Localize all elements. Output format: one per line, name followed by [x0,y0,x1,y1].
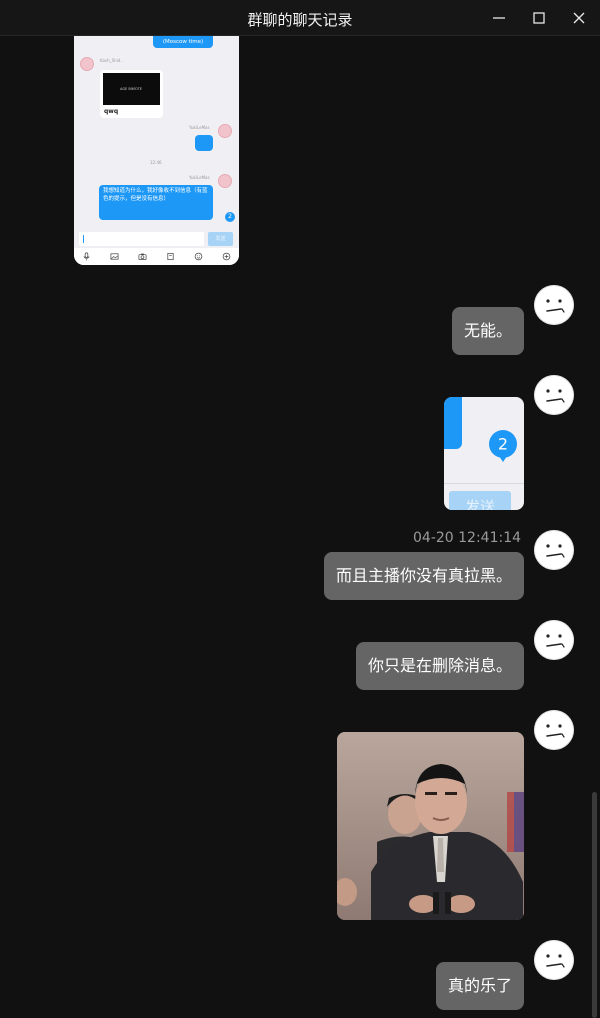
microphone-icon [83,252,90,261]
title-bar: 群聊的聊天记录 [0,0,600,36]
close-button[interactable] [569,8,589,28]
badge-count: 2 [498,435,508,454]
minimize-button[interactable] [489,8,509,28]
user-avatar[interactable] [534,940,574,980]
user-avatar[interactable] [534,285,574,325]
user-avatar[interactable] [534,710,574,750]
sender-name: YukiLeMas [189,125,210,130]
message-bubble[interactable]: 真的乐了 [435,962,524,1010]
camera-icon [138,253,147,261]
time-label: 12:46 [150,160,162,165]
video-label: AGE BIMOTE [120,87,142,91]
card-caption: qwq [104,108,119,115]
time-note-bubble: (Moscow time) [153,36,213,48]
emoji-icon [194,252,203,261]
message-timestamp: 04-20 12:41:14 [413,530,522,546]
image-icon [110,253,119,260]
file-icon [167,252,174,261]
scrollbar-thumb[interactable] [592,792,597,1018]
toolbar [74,248,239,265]
message-bubble[interactable]: 你只是在删除消息。 [355,642,524,690]
sender-avatar [80,57,94,71]
message-input [79,232,204,246]
send-button: 发送 [208,232,233,246]
blue-bubble-fragment [444,397,462,449]
sender-name: YukiLeMas [189,175,210,180]
unread-badge: 2 [489,430,517,462]
send-button: 发送 [449,491,511,510]
divider [444,483,524,484]
photo-illustration [337,732,524,920]
window-title: 群聊的聊天记录 [247,11,353,29]
sender-avatar [218,124,232,138]
video-thumbnail: AGE BIMOTE [103,73,160,105]
maximize-button[interactable] [529,8,549,28]
minimize-icon [493,17,505,19]
embedded-screenshot-image[interactable]: (Moscow time) Kash_Shid.. AGE BIMOTE qwq… [74,36,239,265]
sender-avatar [218,174,232,188]
empty-blue-bubble [195,135,213,151]
user-avatar[interactable] [534,620,574,660]
message-bubble[interactable]: 无能。 [451,307,524,355]
unread-badge: 2 [225,212,235,222]
user-avatar[interactable] [534,375,574,415]
video-card: AGE BIMOTE qwq [100,70,163,118]
message-bubble: 我想知道为什么，我好像收不到信息（有蓝色的提示，但是没有信息） [99,185,213,220]
chat-history[interactable]: (Moscow time) Kash_Shid.. AGE BIMOTE qwq… [0,36,600,1018]
user-avatar[interactable] [534,530,574,570]
close-icon [573,12,585,24]
sender-name: Kash_Shid.. [100,58,123,63]
plus-icon [222,252,231,261]
maximize-icon [533,12,545,24]
cropped-screenshot-image[interactable]: 2 发送 [444,397,524,510]
photo-image[interactable] [337,732,524,920]
message-bubble[interactable]: 而且主播你没有真拉黑。 [323,552,524,600]
